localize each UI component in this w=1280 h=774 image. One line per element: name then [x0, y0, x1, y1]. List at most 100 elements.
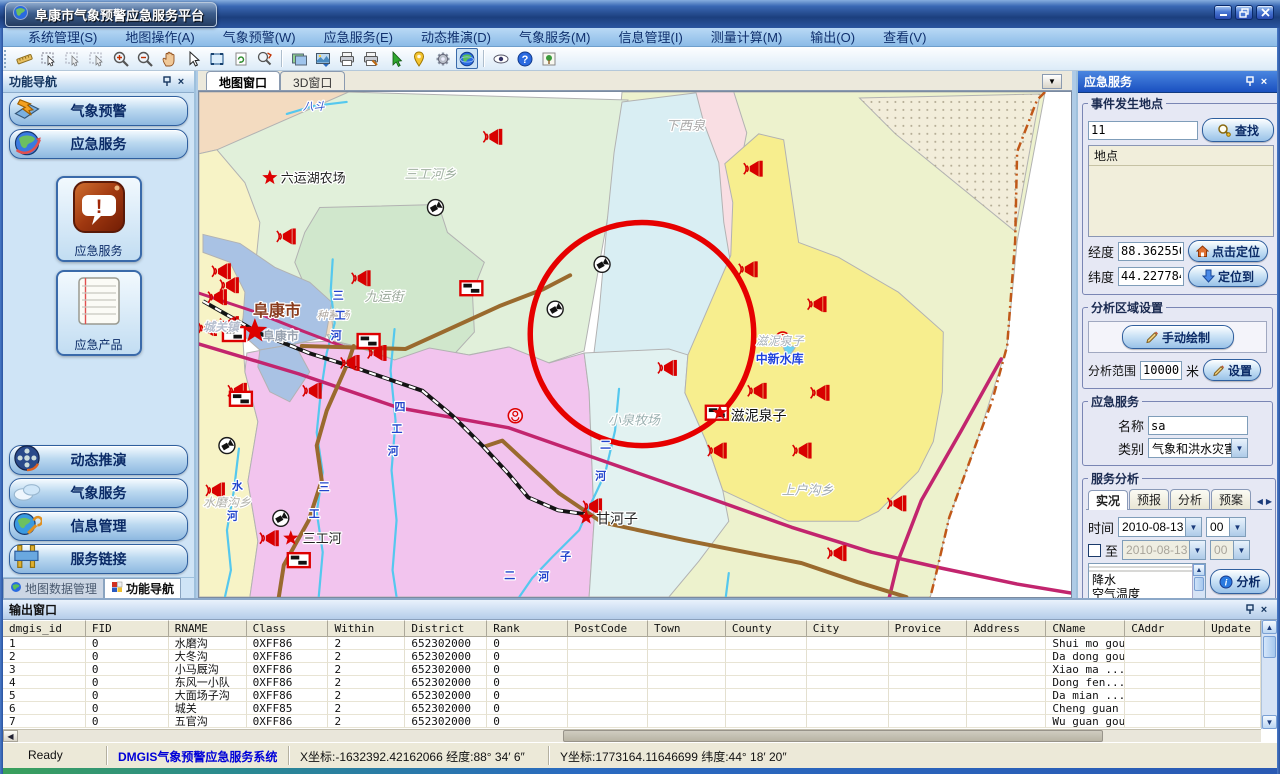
map-pin-icon[interactable] [408, 48, 430, 69]
longitude-input[interactable] [1118, 242, 1184, 261]
flag-icon[interactable] [230, 392, 252, 406]
manual-draw-button[interactable]: 手动绘制 [1122, 325, 1234, 349]
table-row[interactable]: 50大面场子沟0XFF8626523020000Da mian ... [3, 689, 1261, 702]
click-locate-button[interactable]: 点击定位 [1188, 240, 1268, 262]
panel-tab-地图数据管理[interactable]: 地图数据管理 [3, 578, 104, 598]
close-icon[interactable]: × [174, 75, 188, 89]
column-header-Address[interactable]: Address [967, 620, 1046, 637]
scroll-up-icon[interactable]: ▲ [1193, 564, 1205, 576]
column-header-CName[interactable]: CName [1046, 620, 1125, 637]
eye-icon[interactable] [490, 48, 512, 69]
tab-live[interactable]: 实况 [1088, 490, 1128, 510]
camera-icon[interactable] [219, 438, 235, 454]
zoom-in-icon[interactable] [110, 48, 132, 69]
to-date-select[interactable]: 2010-08-13▼ [1122, 540, 1206, 560]
element-list[interactable]: 降水 空气温度 ▲ [1088, 563, 1206, 598]
menu-item-7[interactable]: 测量计算(M) [697, 28, 797, 47]
measure-icon[interactable] [14, 48, 36, 69]
close-icon[interactable]: × [1257, 603, 1271, 617]
close-icon[interactable]: × [1257, 75, 1271, 89]
column-header-Town[interactable]: Town [648, 620, 726, 637]
table-row[interactable]: 40东风一小队0XFF8626523020000Dong fen... [3, 676, 1261, 689]
menu-item-2[interactable]: 气象预警(W) [209, 28, 310, 47]
hour-select[interactable]: 00▼ [1206, 517, 1246, 537]
column-header-District[interactable]: District [405, 620, 487, 637]
help-icon[interactable]: ? [514, 48, 536, 69]
service-name-input[interactable] [1148, 416, 1248, 435]
menu-item-9[interactable]: 查看(V) [869, 28, 940, 47]
sidebar-item-应急服务[interactable]: 应急服务 [9, 129, 188, 159]
green-pointer-icon[interactable] [384, 48, 406, 69]
select-box-icon[interactable] [38, 48, 60, 69]
scroll-down-icon[interactable]: ▼ [1262, 715, 1277, 729]
sidebar-item-动态推演[interactable]: 动态推演 [9, 445, 188, 475]
column-header-County[interactable]: County [726, 620, 807, 637]
flag-icon[interactable] [288, 553, 310, 567]
menu-item-6[interactable]: 信息管理(I) [605, 28, 697, 47]
camera-icon[interactable] [427, 200, 443, 216]
camera-icon[interactable] [273, 510, 289, 526]
med-icon[interactable] [508, 409, 522, 423]
print-setup-icon[interactable] [360, 48, 382, 69]
minimize-button[interactable] [1214, 5, 1232, 20]
tab-plan[interactable]: 预案 [1211, 489, 1251, 509]
tab-scroll-right-icon[interactable]: ▶ [1266, 497, 1272, 506]
list-item[interactable]: 降水 [1089, 573, 1205, 587]
analyze-button[interactable]: i 分析 [1210, 569, 1270, 594]
camera-icon[interactable] [594, 256, 610, 272]
sidebar-item-服务链接[interactable]: 服务链接 [9, 544, 188, 574]
menu-item-4[interactable]: 动态推演(D) [407, 28, 505, 47]
table-row[interactable]: 10水磨沟0XFF8626523020000Shui mo gou [3, 637, 1261, 650]
select-box2-icon[interactable] [62, 48, 84, 69]
sidebar-item-气象预警[interactable]: 气象预警 [9, 96, 188, 126]
column-header-FID[interactable]: FID [86, 620, 169, 637]
location-search-input[interactable] [1088, 121, 1198, 140]
select-box3-icon[interactable] [86, 48, 108, 69]
table-row[interactable]: 30小马厩沟0XFF8626523020000Xiao ma ... [3, 663, 1261, 676]
column-header-City[interactable]: City [807, 620, 889, 637]
close-button[interactable] [1256, 5, 1274, 20]
place-list[interactable]: 地点 [1088, 145, 1274, 237]
menu-item-8[interactable]: 输出(O) [796, 28, 869, 47]
column-header-PostCode[interactable]: PostCode [568, 620, 648, 637]
bigbutton-应急产品[interactable]: 应急产品 [56, 270, 142, 356]
flag-icon[interactable] [358, 334, 380, 348]
table-row[interactable]: 60城关0XFF8526523020000Cheng guan [3, 702, 1261, 715]
service-type-select[interactable]: 气象和洪水灾害 ▼ [1148, 438, 1248, 458]
menu-item-3[interactable]: 应急服务(E) [310, 28, 407, 47]
printer-icon[interactable] [336, 48, 358, 69]
restore-button[interactable] [1235, 5, 1253, 20]
menu-item-0[interactable]: 系统管理(S) [14, 28, 111, 47]
column-header-Provice[interactable]: Provice [889, 620, 968, 637]
refresh-icon[interactable] [230, 48, 252, 69]
pin-icon[interactable] [160, 75, 174, 89]
map-svg[interactable]: 八斗六运湖农场三工河乡下西泉九运街阜康市种蓄场城关镇阜康市水磨沟乡三工河小泉牧场… [199, 92, 1071, 597]
full-extent-icon[interactable] [206, 48, 228, 69]
map-tab-3D窗口[interactable]: 3D窗口 [280, 71, 345, 90]
table-row[interactable]: 70五官沟0XFF8626523020000Wu guan gou [3, 715, 1261, 728]
list-item[interactable]: 空气温度 [1089, 587, 1205, 598]
column-header-Rank[interactable]: Rank [487, 620, 568, 637]
panel-tab-功能导航[interactable]: 功能导航 [104, 578, 181, 598]
scroll-up-icon[interactable]: ▲ [1262, 620, 1277, 634]
pointer-icon[interactable] [182, 48, 204, 69]
menu-item-1[interactable]: 地图操作(A) [111, 28, 208, 47]
column-header-CAddr[interactable]: CAddr [1125, 620, 1205, 637]
column-header-Update[interactable]: Update [1205, 620, 1261, 637]
goto-location-button[interactable]: 定位到 [1188, 265, 1268, 287]
latitude-input[interactable] [1118, 267, 1184, 286]
tree-view-icon[interactable] [538, 48, 560, 69]
gear-icon[interactable] [432, 48, 454, 69]
map-tab-地图窗口[interactable]: 地图窗口 [206, 71, 280, 90]
range-input[interactable] [1140, 361, 1182, 380]
toolbar-grip[interactable] [4, 50, 9, 68]
date-select[interactable]: 2010-08-13▼ [1118, 517, 1202, 537]
to-hour-select[interactable]: 00▼ [1210, 540, 1250, 560]
table-hscrollbar[interactable]: ◀ [3, 729, 1261, 742]
chevron-down-icon[interactable]: ▼ [1231, 439, 1247, 457]
column-header-dmgis_id[interactable]: dmgis_id [3, 620, 86, 637]
menu-item-5[interactable]: 气象服务(M) [505, 28, 605, 47]
bigbutton-应急服务[interactable]: !应急服务 [56, 176, 142, 262]
vscroll-thumb[interactable] [1263, 636, 1276, 658]
pin-icon[interactable] [1243, 603, 1257, 617]
